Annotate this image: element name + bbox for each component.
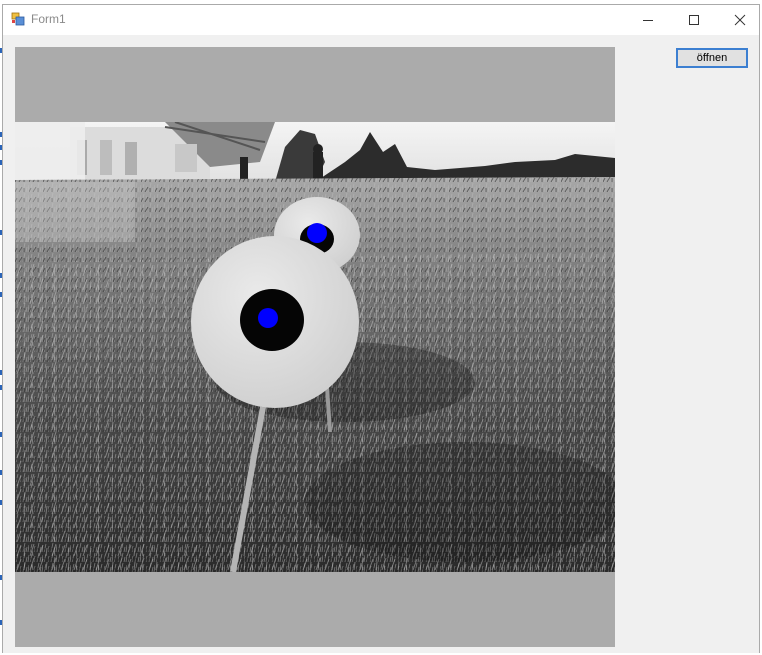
maximize-icon [689, 15, 699, 25]
maximize-button[interactable] [671, 5, 717, 35]
marker-overlay [258, 223, 327, 328]
minimize-button[interactable] [625, 5, 671, 35]
marker-dot [258, 308, 278, 328]
app-icon [11, 12, 25, 26]
window-title: Form1 [31, 12, 66, 26]
picture-box [15, 47, 615, 647]
minimize-icon [643, 20, 653, 21]
close-icon [734, 14, 746, 26]
form-client-area: öffnen [3, 35, 759, 653]
form-window: Form1 öffnen [2, 4, 760, 653]
title-bar[interactable]: Form1 [3, 5, 759, 35]
open-button[interactable]: öffnen [676, 48, 748, 68]
close-button[interactable] [717, 5, 762, 35]
marker-dot [307, 223, 327, 243]
